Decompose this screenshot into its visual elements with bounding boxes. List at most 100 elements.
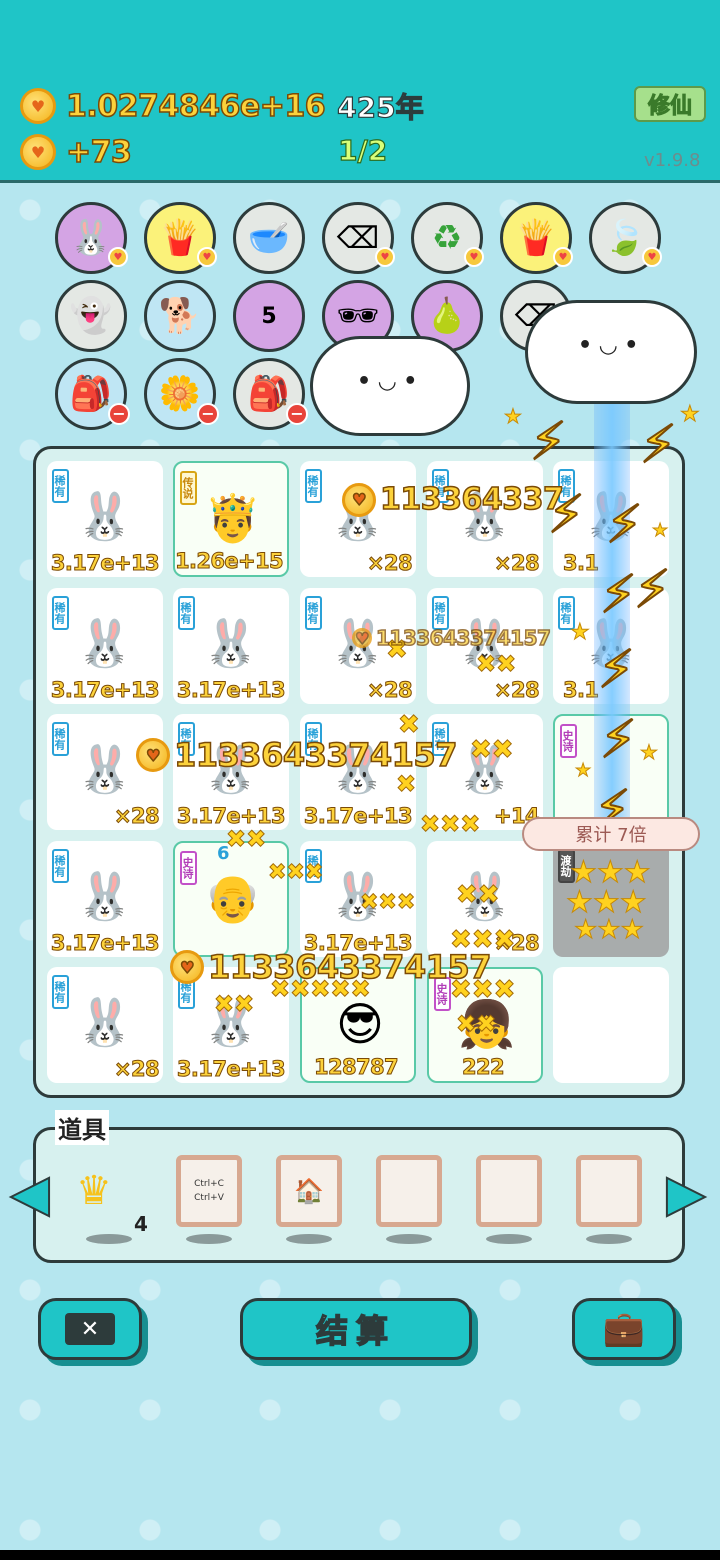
lightning-icon: ⚡ (633, 559, 671, 621)
board-cell[interactable]: 稀有 🐰 3.17e+13 (173, 588, 289, 704)
rarity-tag: 稀有 (52, 469, 69, 503)
leaf-icon[interactable]: 🍃 ♥ (589, 202, 662, 274)
rabbit-icon: 🐰 (202, 615, 260, 670)
cell-value: 3.17e+13 (50, 551, 160, 576)
empty-item-slot[interactable] (476, 1155, 542, 1227)
floating-number-value: 113364337 (379, 481, 564, 518)
rarity-tag: 稀有 (52, 722, 69, 756)
heart-badge-icon: ♥ (375, 247, 395, 267)
prev-arrow-icon[interactable]: ◀ (10, 1162, 50, 1224)
briefcase-button[interactable]: 💼 (572, 1298, 676, 1360)
board-cell[interactable]: 稀有 🐰 ×28 (427, 461, 543, 577)
fries-icon[interactable]: 🍟 ♥ (144, 202, 217, 274)
sparkle-icon: ✖✖ (470, 735, 515, 766)
board-cell-empty[interactable] (553, 967, 669, 1083)
windmill-icon: 🏠 (294, 1177, 324, 1205)
dog-icon[interactable]: 🐕 (144, 280, 216, 352)
sparkle-icon: ✖✖✖ (419, 810, 481, 839)
delete-tag-icon: ✕ (65, 1313, 115, 1345)
coin-icon: ♥ (136, 738, 170, 772)
rarity-tag: 稀有 (52, 596, 69, 630)
rabbit-icon: 🐰 (76, 741, 134, 796)
floating-number: ♥ 1133643374157 (136, 735, 458, 775)
empty-item-slot[interactable] (576, 1155, 642, 1227)
cell-value: ×28 (366, 678, 413, 703)
lightning-icon: ⚡ (639, 414, 677, 476)
remove-badge-icon[interactable]: − (108, 403, 130, 425)
seed-bag-icon[interactable]: 🎒 − (55, 358, 130, 430)
rarity-tag: 稀有 (305, 596, 322, 630)
copy-paste-item[interactable]: Ctrl+C Ctrl+V (176, 1155, 242, 1227)
coin-icon: ♥ (170, 950, 204, 984)
board-cell[interactable]: 稀有 🐰 ×28 (300, 461, 416, 577)
board-cell[interactable]: 传说 🤴 1.26e+15 (173, 461, 289, 577)
coin-icon: ♥ (20, 134, 56, 170)
king-face-icon: 🤴 (204, 490, 262, 545)
cell-value: 1.26e+15 (174, 549, 284, 574)
cell-value: 3.17e+13 (50, 678, 160, 703)
cell-value: 3.17e+13 (303, 804, 413, 829)
multiplier-pill: 累计 7倍 (522, 817, 700, 851)
rarity-tag: 稀有 (52, 849, 69, 883)
cell-value: 222 (461, 1055, 505, 1080)
version-label: v1.9.8 (644, 150, 701, 171)
settle-button-label: 结算 (315, 1311, 396, 1351)
dog-bowl-icon[interactable]: 🥣 (233, 202, 305, 274)
cloud-icon: • ◡ • (310, 336, 470, 436)
coin-icon: ♥ (342, 482, 376, 517)
delete-button[interactable]: ✕ (38, 1298, 142, 1360)
remove-badge-icon[interactable]: − (286, 403, 308, 425)
floating-number-value: 1133643374157 (173, 735, 458, 775)
floating-number: ♥ 113364337 (342, 481, 565, 518)
lightning-icon: ⚡ (605, 494, 643, 556)
old-man-face-icon: 👴 (204, 870, 262, 925)
slot-shadow (486, 1234, 532, 1244)
rarity-tag: 史诗 (180, 851, 197, 885)
floating-number: ♥ 1133643374157 (170, 947, 492, 987)
fries-icon[interactable]: 🍟 ♥ (500, 202, 573, 274)
calendar-icon[interactable]: 5 (233, 280, 305, 352)
income-row: ♥ +73 (20, 134, 133, 170)
rabbit-icon: 🐰 (76, 615, 134, 670)
next-arrow-icon[interactable]: ▶ (666, 1162, 706, 1224)
ghost-icon[interactable]: 👻 (55, 280, 127, 352)
empty-item-slot[interactable] (376, 1155, 442, 1227)
lightning-icon: ⚡ (599, 564, 637, 626)
top-header: ♥ 1.0274846e+16 425年 ♥ +73 1/2 修仙 v1.9.8 (0, 0, 720, 183)
cell-value: 3.17e+13 (50, 931, 160, 956)
cell-value: ×28 (493, 678, 540, 703)
sparkle-icon: ✖✖ (225, 825, 267, 854)
total-coins-row: ♥ 1.0274846e+16 425年 (20, 86, 424, 126)
seed-bag-icon[interactable]: 🎒 − (233, 358, 308, 430)
slot-shadow (86, 1234, 132, 1244)
coin-icon: ♥ (352, 628, 372, 648)
xiuxian-button[interactable]: 修仙 (634, 86, 706, 122)
cell-value: ×28 (113, 1057, 160, 1082)
cloud-icon: • ◡ • (525, 300, 697, 404)
board-cell[interactable]: 稀有 🐰 3.17e+13 (47, 841, 163, 957)
heart-badge-icon: ♥ (553, 247, 573, 267)
sparkle-icon: ✖✖ (455, 1010, 497, 1039)
board-cell[interactable]: 稀有 🐰 ×28 (47, 967, 163, 1083)
star-icon: ★ (640, 740, 659, 765)
board-cell[interactable]: 史诗 6 👴 (173, 841, 289, 957)
crown-icon[interactable]: ♛ (76, 1168, 112, 1214)
page-indicator-row: 1/2 (337, 133, 387, 167)
star-icon: ★ (570, 620, 591, 646)
remove-badge-icon[interactable]: − (197, 403, 219, 425)
cell-value: ×28 (366, 551, 413, 576)
system-nav-bar (0, 1550, 720, 1560)
coin-icon: ♥ (20, 88, 56, 124)
briefcase-icon: 💼 (602, 1309, 646, 1349)
board-cell[interactable]: 稀有 🐰 3.17e+13 (47, 461, 163, 577)
board-cell[interactable]: 稀有 🐰 3.17e+13 (47, 588, 163, 704)
paste-label: Ctrl+V (194, 1193, 224, 1203)
rabbit-icon[interactable]: 🐰 ♥ (55, 202, 128, 274)
delete-tag-icon[interactable]: ⌫ ♥ (322, 202, 395, 274)
flower-pot-icon[interactable]: 🌼 − (144, 358, 219, 430)
sparkle-icon: ✖✖ (456, 880, 501, 911)
windmill-item[interactable]: 🏠 (276, 1155, 342, 1227)
recycle-icon[interactable]: ♻ ♥ (411, 202, 484, 274)
calendar-day: 5 (261, 303, 277, 329)
settle-button[interactable]: 结算 (240, 1298, 472, 1360)
